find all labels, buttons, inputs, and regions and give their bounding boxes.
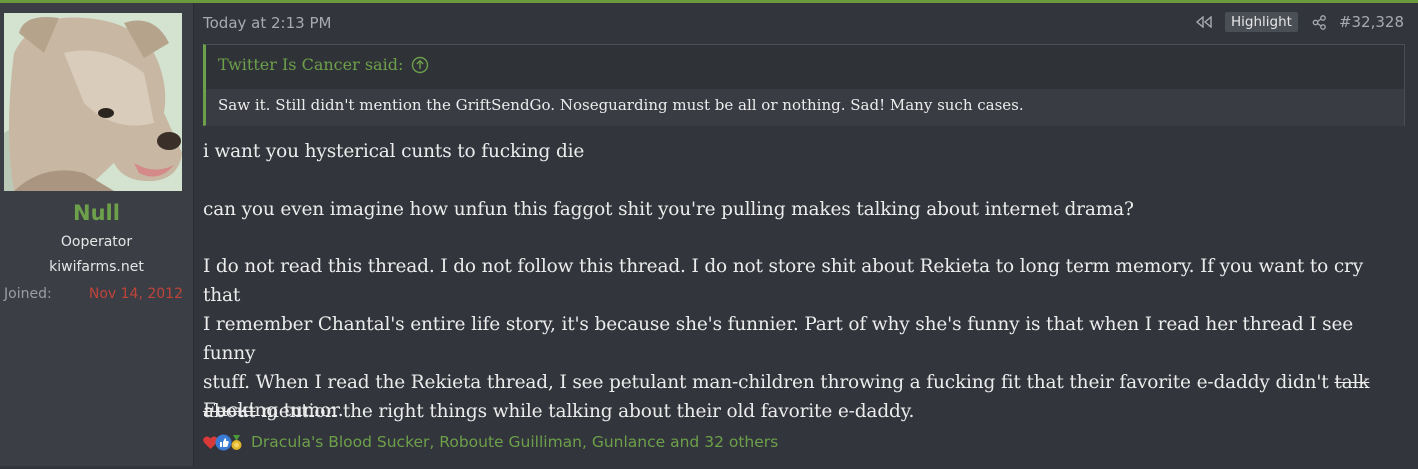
award-icon xyxy=(228,434,245,451)
share-icon[interactable] xyxy=(1312,14,1327,30)
forum-post: Null Ooperator kiwifarms.net Joined: Nov… xyxy=(0,3,1418,469)
message-line: I remember Chantal's entire life story, … xyxy=(203,314,1354,364)
post-number[interactable]: #32,328 xyxy=(1339,13,1404,31)
message-paragraph-4: Fucking tumor. xyxy=(203,400,344,421)
reaction-icons[interactable] xyxy=(202,434,242,451)
message-line: stuff. When I read the Rekieta thread, I… xyxy=(203,368,1403,397)
reactions-bar[interactable]: Dracula's Blood Sucker, Roboute Guillima… xyxy=(202,433,778,451)
arrow-up-circle-icon[interactable] xyxy=(411,56,429,74)
reaction-users-link[interactable]: Dracula's Blood Sucker, Roboute Guillima… xyxy=(251,433,778,451)
user-info-panel: Null Ooperator kiwifarms.net Joined: Nov… xyxy=(0,3,194,466)
username[interactable]: Null xyxy=(0,201,193,225)
user-site: kiwifarms.net xyxy=(49,259,144,275)
quote-header[interactable]: Twitter Is Cancer said: xyxy=(218,55,429,74)
joined-date: Nov 14, 2012 xyxy=(88,286,183,302)
message-text: stuff. When I read the Rekieta thread, I… xyxy=(203,372,1335,393)
joined-label: Joined: xyxy=(4,286,52,302)
post-actions: Highlight #32,328 xyxy=(1195,12,1404,32)
avatar[interactable] xyxy=(4,13,182,191)
highlight-button[interactable]: Highlight xyxy=(1224,12,1298,32)
quote-block: Twitter Is Cancer said: Saw it. Still di… xyxy=(203,44,1405,126)
rewind-icon[interactable] xyxy=(1195,16,1213,28)
message-line: I do not read this thread. I do not foll… xyxy=(203,256,1364,306)
quote-text: Saw it. Still didn't mention the GriftSe… xyxy=(206,89,1404,126)
user-title: Ooperator xyxy=(60,234,133,250)
strikethrough-text: talk xyxy=(1334,372,1370,393)
dog-avatar-image xyxy=(4,13,182,191)
message-paragraph-1: i want you hysterical cunts to fucking d… xyxy=(203,141,585,162)
quote-author[interactable]: Twitter Is Cancer said: xyxy=(218,55,403,74)
message-paragraph-2: can you even imagine how unfun this fagg… xyxy=(203,199,1134,220)
post-timestamp[interactable]: Today at 2:13 PM xyxy=(203,14,331,32)
